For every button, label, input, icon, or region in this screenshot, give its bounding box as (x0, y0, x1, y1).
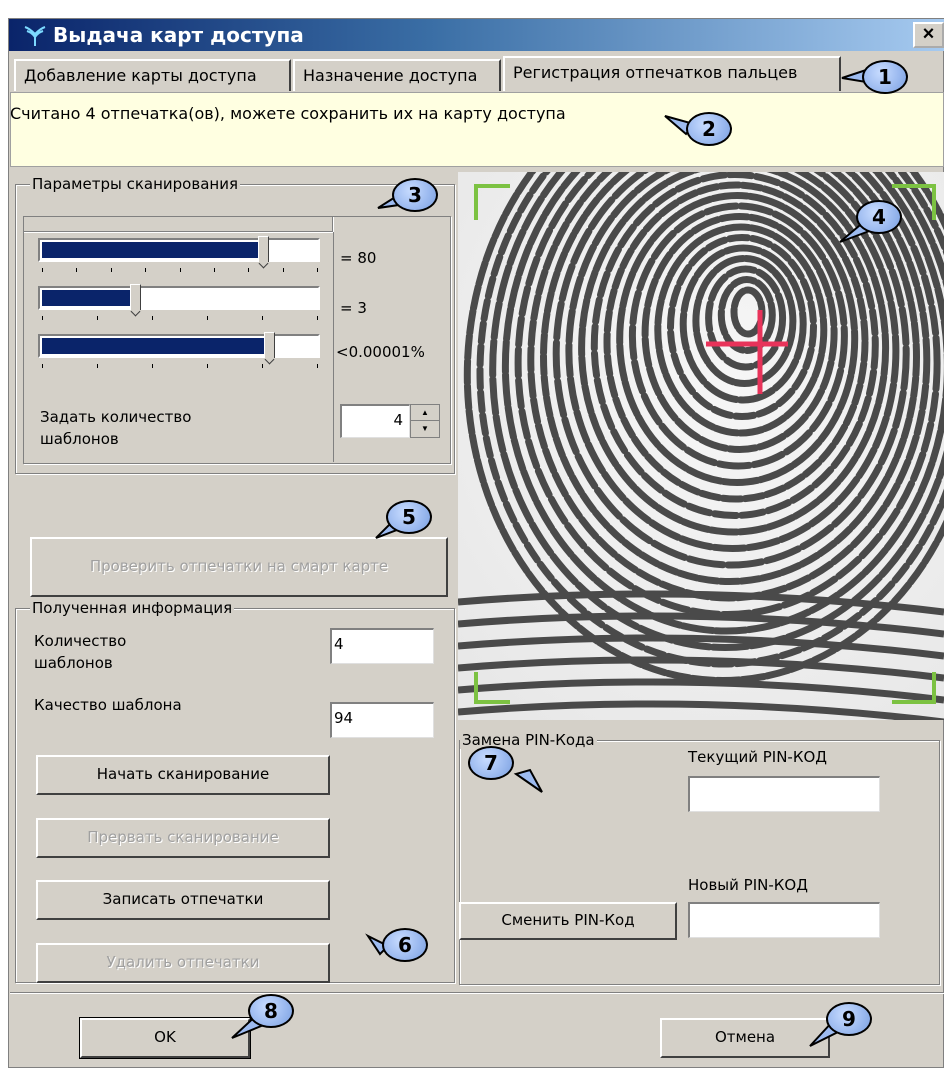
change-pin-button[interactable]: Сменить PIN-Код (459, 902, 677, 940)
cancel-button[interactable]: Отмена (660, 1018, 830, 1058)
template-count-label: Задать количество шаблонов (40, 408, 192, 448)
abort-scan-button[interactable]: Прервать сканирование (36, 818, 330, 858)
button-label: Проверить отпечатки на смарт карте (89, 557, 389, 575)
slider-fill (42, 338, 270, 354)
slider-tick (207, 364, 208, 368)
scan-params-title: Параметры сканирования (30, 175, 240, 193)
status-message: Считано 4 отпечатка(ов), можете сохранит… (10, 104, 566, 123)
slider-tick (214, 268, 215, 272)
slider-tick (283, 268, 284, 272)
slider-ticks (42, 268, 318, 276)
slider-tick (152, 316, 153, 320)
button-label: Сменить PIN-Код (501, 911, 635, 929)
spin-arrows-icon[interactable]: ▲ ▼ (410, 404, 440, 438)
close-icon: × (922, 23, 935, 45)
templates-count-label: Количество шаблонов (34, 632, 127, 672)
close-button[interactable]: × (913, 22, 944, 48)
delete-prints-button[interactable]: Удалить отпечатки (36, 943, 330, 983)
slider-ticks (42, 316, 318, 324)
button-label: Удалить отпечатки (106, 953, 260, 971)
slider-tick (152, 364, 153, 368)
slider-thumb[interactable] (264, 332, 275, 358)
app-icon (24, 26, 46, 46)
slider-tick (42, 364, 43, 368)
slider-tick (76, 268, 77, 272)
start-scan-button[interactable]: Начать сканирование (36, 755, 330, 795)
window-title: Выдача карт доступа (53, 23, 304, 47)
slider-value: <0.00001% (336, 343, 425, 361)
spin-up-icon[interactable]: ▲ (411, 405, 439, 421)
slider-fill (42, 290, 134, 306)
field-value: 4 (334, 635, 344, 653)
callout-3: 3 (392, 178, 438, 212)
callout-9: 9 (826, 1002, 872, 1036)
tab-label: Добавление карты доступа (24, 66, 257, 85)
tab-fingerprint-registration[interactable]: Регистрация отпечатков пальцев (503, 56, 841, 91)
tab-assign-access[interactable]: Назначение доступа (293, 59, 501, 91)
tab-label: Регистрация отпечатков пальцев (513, 63, 798, 82)
template-quality-label: Качество шаблона (34, 696, 182, 714)
scan-threshold-slider[interactable] (38, 238, 320, 262)
field-value: 94 (334, 709, 354, 727)
fingerprint-image (458, 172, 944, 720)
slider-tick (207, 316, 208, 320)
callout-6: 6 (382, 928, 428, 962)
fingerprint-graphic (458, 172, 944, 720)
tab-label: Назначение доступа (303, 66, 478, 85)
template-quality-field: 94 (330, 702, 434, 738)
callout-8: 8 (248, 994, 294, 1028)
button-label: Начать сканирование (96, 765, 270, 783)
false-accept-slider[interactable] (38, 334, 320, 358)
current-pin-input[interactable] (688, 776, 880, 812)
slider-thumb[interactable] (130, 284, 141, 310)
slider-thumb[interactable] (258, 236, 269, 262)
callout-5: 5 (386, 500, 432, 534)
divider (333, 232, 334, 462)
button-label: Прервать сканирование (87, 828, 279, 846)
slider-tick (97, 364, 98, 368)
spinner-value: 4 (393, 411, 403, 429)
callout-4: 4 (856, 200, 902, 234)
scan-params-header (23, 216, 333, 232)
title-bar[interactable]: Выдача карт доступа (9, 19, 944, 51)
received-info-title: Полученная информация (30, 599, 235, 617)
slider-value: = 80 (340, 249, 377, 267)
slider-tick (317, 316, 318, 320)
slider-tick (262, 364, 263, 368)
new-pin-input[interactable] (688, 902, 880, 938)
slider-tick (317, 364, 318, 368)
slider-ticks (42, 364, 318, 372)
slider-tick (42, 268, 43, 272)
tab-add-card[interactable]: Добавление карты доступа (14, 59, 291, 91)
footer-separator (10, 992, 944, 994)
slider-tick (97, 316, 98, 320)
slider-tick (180, 268, 181, 272)
button-label: OK (154, 1028, 176, 1046)
slider-tick (248, 268, 249, 272)
callout-7: 7 (468, 746, 514, 780)
templates-count-field: 4 (330, 628, 434, 664)
slider-tick (262, 316, 263, 320)
scan-level-slider[interactable] (38, 286, 320, 310)
callout-2: 2 (686, 112, 732, 146)
slider-value: = 3 (340, 299, 367, 317)
button-label: Отмена (714, 1028, 776, 1046)
spin-down-icon[interactable]: ▼ (411, 421, 439, 437)
pin-change-title: Замена PIN-Кода (460, 731, 597, 749)
slider-fill (42, 242, 264, 258)
slider-tick (317, 268, 318, 272)
new-pin-label: Новый PIN-КОД (688, 876, 808, 894)
template-count-spinner[interactable]: 4 (340, 404, 410, 438)
button-label: Записать отпечатки (102, 890, 264, 908)
callout-1: 1 (862, 60, 908, 94)
verify-smartcard-button[interactable]: Проверить отпечатки на смарт карте (30, 537, 448, 597)
current-pin-label: Текущий PIN-КОД (688, 748, 827, 766)
slider-tick (42, 316, 43, 320)
slider-tick (145, 268, 146, 272)
write-prints-button[interactable]: Записать отпечатки (36, 880, 330, 920)
ok-button[interactable]: OK (79, 1017, 251, 1059)
slider-tick (111, 268, 112, 272)
